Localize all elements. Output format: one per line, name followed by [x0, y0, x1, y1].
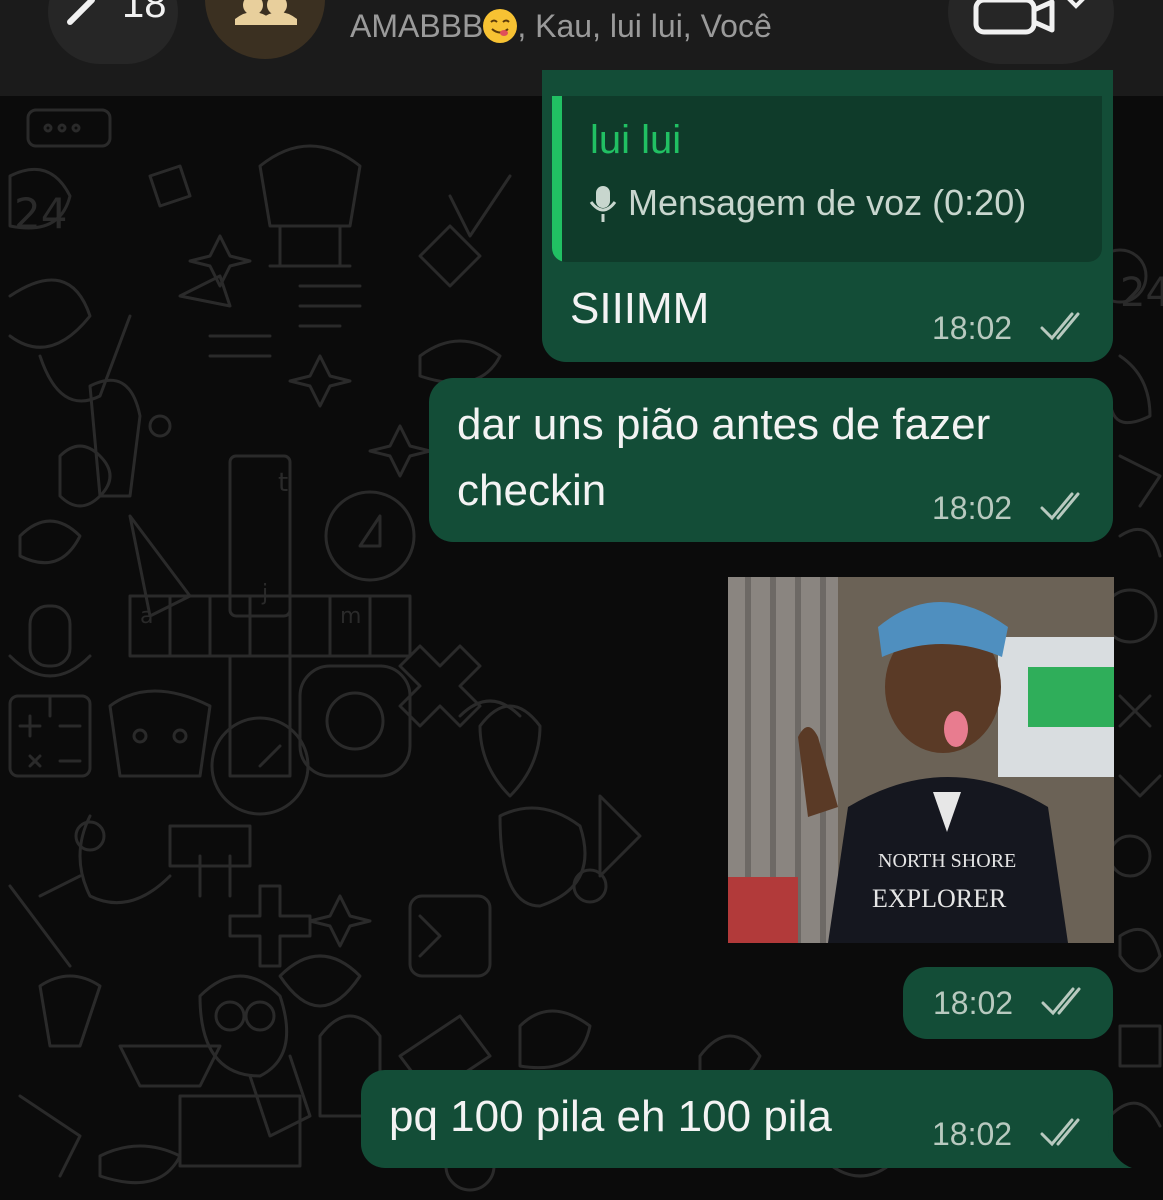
svg-text:24: 24	[1120, 270, 1163, 316]
svg-text:t: t	[278, 468, 288, 498]
group-participants[interactable]: AMABBB , Kau, lui lui, Você	[350, 8, 772, 45]
svg-text:24: 24	[14, 189, 67, 238]
video-call-icon	[973, 0, 1085, 35]
yum-emoji-icon	[483, 9, 518, 43]
bubble-tail	[1108, 1130, 1132, 1168]
group-avatar-icon	[235, 0, 297, 25]
double-check-icon	[1040, 492, 1086, 522]
quoted-message[interactable]: lui lui Mensagem de voz (0:20)	[552, 96, 1102, 262]
message-time: 18:02	[932, 310, 1013, 346]
message-text-line: dar uns pião antes de fazer	[457, 400, 991, 449]
group-avatar[interactable]	[205, 0, 325, 59]
message-time: 18:02	[932, 490, 1013, 526]
unread-count: 18	[122, 0, 167, 26]
microphone-icon	[588, 184, 618, 224]
participant-name: AMABBB	[350, 8, 484, 44]
message-bubble[interactable]: lui lui Mensagem de voz (0:20) SIIIMM 18…	[542, 70, 1113, 362]
message-bubble[interactable]: pq 100 pila eh 100 pila 18:02	[361, 1070, 1113, 1168]
message-bubble[interactable]: 18:02	[903, 967, 1113, 1039]
message-time: 18:02	[932, 1116, 1013, 1152]
chevron-down-icon	[1067, 0, 1085, 9]
shirt-text: EXPLORER	[872, 884, 1007, 913]
boy-photo-illustration: NORTH SHORE EXPLORER	[728, 577, 1114, 943]
message-text: SIIIMM	[570, 284, 710, 333]
participant-names: , Kau, lui lui, Você	[517, 8, 772, 44]
svg-text:m: m	[340, 604, 361, 629]
video-call-button[interactable]	[948, 0, 1114, 64]
shirt-text: NORTH SHORE	[878, 850, 1016, 872]
double-check-icon	[1041, 987, 1087, 1017]
message-text-line: checkin	[457, 466, 607, 515]
message-time: 18:02	[933, 985, 1014, 1021]
quote-accent-bar	[552, 96, 562, 262]
message-image[interactable]: NORTH SHORE EXPLORER	[728, 577, 1114, 943]
svg-text:j: j	[261, 581, 268, 606]
message-text: pq 100 pila eh 100 pila	[389, 1092, 832, 1141]
svg-text:a: a	[140, 604, 153, 629]
quoted-text: Mensagem de voz (0:20)	[628, 182, 1027, 223]
chevron-left-icon	[62, 0, 102, 28]
double-check-icon	[1040, 1118, 1086, 1148]
quoted-author: lui lui	[590, 118, 682, 162]
double-check-icon	[1040, 312, 1086, 342]
back-button[interactable]: 18	[48, 0, 178, 64]
message-bubble[interactable]: dar uns pião antes de fazer checkin 18:0…	[429, 378, 1113, 542]
